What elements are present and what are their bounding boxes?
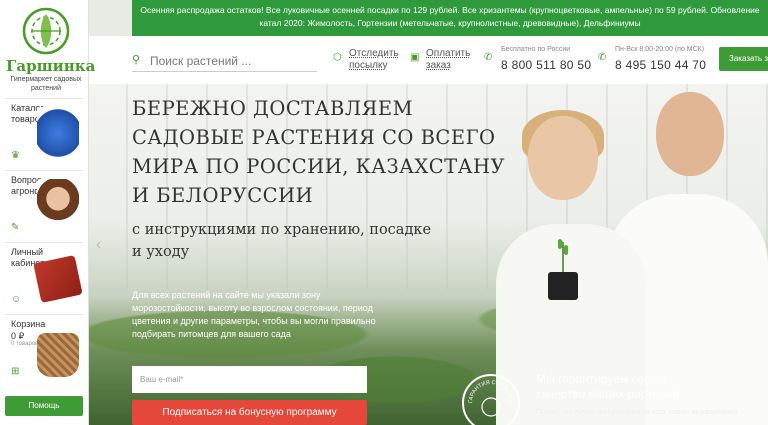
sidebar-item-cart[interactable]: Корзина 0 ₽ 0 товаров ⊞ <box>5 314 83 385</box>
phone-icon: ✆ <box>484 52 493 63</box>
search-input[interactable] <box>148 51 312 71</box>
cart-count: 0 товаров <box>11 341 39 347</box>
sidebar-item-account[interactable]: Личный кабинет ☺ <box>5 242 83 313</box>
cart-icon: ⊞ <box>11 366 20 377</box>
guarantee-badge: ГАРАНТИЯ СОРТА И КАЧЕСТВА <box>462 372 520 425</box>
header: ⚲ ⬡ Отследить посылку ▣ Оплатить заказ ✆… <box>88 36 768 84</box>
notebook-image <box>33 255 83 303</box>
pay-order-label: Оплатить заказ <box>426 48 471 71</box>
sidebar-item-label: Корзина <box>11 319 46 329</box>
logo-globe-icon <box>22 7 70 55</box>
wallet-icon: ▣ <box>410 52 420 63</box>
phone-icon: ✆ <box>598 52 607 63</box>
email-field[interactable] <box>132 366 367 393</box>
guarantee-title: Мы гарантируем сорт и качество наших рас… <box>536 372 679 401</box>
seedling-icon <box>558 239 568 272</box>
crown-icon: ♛ <box>11 150 20 161</box>
phone2-caption: Пн-Вск 8:00-20:00 (по МСК) <box>615 46 705 53</box>
logo-tagline: Гипермаркет садовых растений <box>10 76 82 92</box>
search-box: ⚲ <box>132 51 317 72</box>
sidebar: Гаршинка Гипермаркет садовых растений Ка… <box>0 0 96 425</box>
search-icon: ⚲ <box>132 54 141 66</box>
agronomist-photo <box>37 179 79 231</box>
woman-head <box>528 116 598 200</box>
hydrangea-image <box>37 107 79 159</box>
user-icon: ☺ <box>11 294 22 305</box>
pay-order-link[interactable]: Оплатить заказ <box>426 48 481 72</box>
promo-banner[interactable]: Осенняя распродажа остатков! Все лукович… <box>132 0 768 36</box>
track-parcel-link[interactable]: Отследить посылку <box>349 48 409 72</box>
help-button[interactable]: Помощь <box>5 396 83 416</box>
hero-headline: БЕРЕЖНО ДОСТАВЛЯЕМ САДОВЫЕ РАСТЕНИЯ СО В… <box>132 97 506 207</box>
pencil-icon: ✎ <box>11 222 20 233</box>
box-icon: ⬡ <box>333 52 342 63</box>
subscribe-button[interactable]: Подписаться на бонусную программу <box>132 400 367 425</box>
plant-pot <box>548 272 578 300</box>
track-parcel-label: Отследить посылку <box>349 48 399 71</box>
guarantee-seal-icon: ГАРАНТИЯ СОРТА И КАЧЕСТВА <box>462 372 514 417</box>
callback-button[interactable]: Заказать зв <box>719 47 768 71</box>
sidebar-item-agronomist[interactable]: Вопрос агроному ✎ <box>5 170 83 241</box>
guarantee-subtitle: Потому что лично присутствуем на всех эт… <box>536 409 738 416</box>
logo-name: Гаршинка <box>6 57 96 75</box>
svg-text:ГАРАНТИЯ СОРТА И КАЧЕСТВА: ГАРАНТИЯ СОРТА И КАЧЕСТВА <box>464 376 514 404</box>
chevron-left-icon[interactable]: ‹ <box>96 236 101 254</box>
phone2-number[interactable]: 8 495 150 44 70 <box>615 58 706 72</box>
sidebar-item-catalog[interactable]: Каталог товаров ♛ <box>5 98 83 169</box>
logo[interactable]: Гаршинка Гипермаркет садовых растений <box>6 6 96 93</box>
man-head <box>656 92 724 176</box>
phone1-caption: Бесплатно по России <box>501 46 571 53</box>
hero-body: Для всех растений на сайте мы указали зо… <box>132 290 376 339</box>
basket-image <box>37 333 79 377</box>
hero-subhead: с инструкциями по хранению, посадке и ух… <box>132 222 432 260</box>
hero-section: ‹ БЕРЕЖНО ДОСТАВЛЯЕМ САДОВЫЕ РАСТЕНИЯ СО… <box>88 84 768 425</box>
phone1-number[interactable]: 8 800 511 80 50 <box>501 58 591 72</box>
